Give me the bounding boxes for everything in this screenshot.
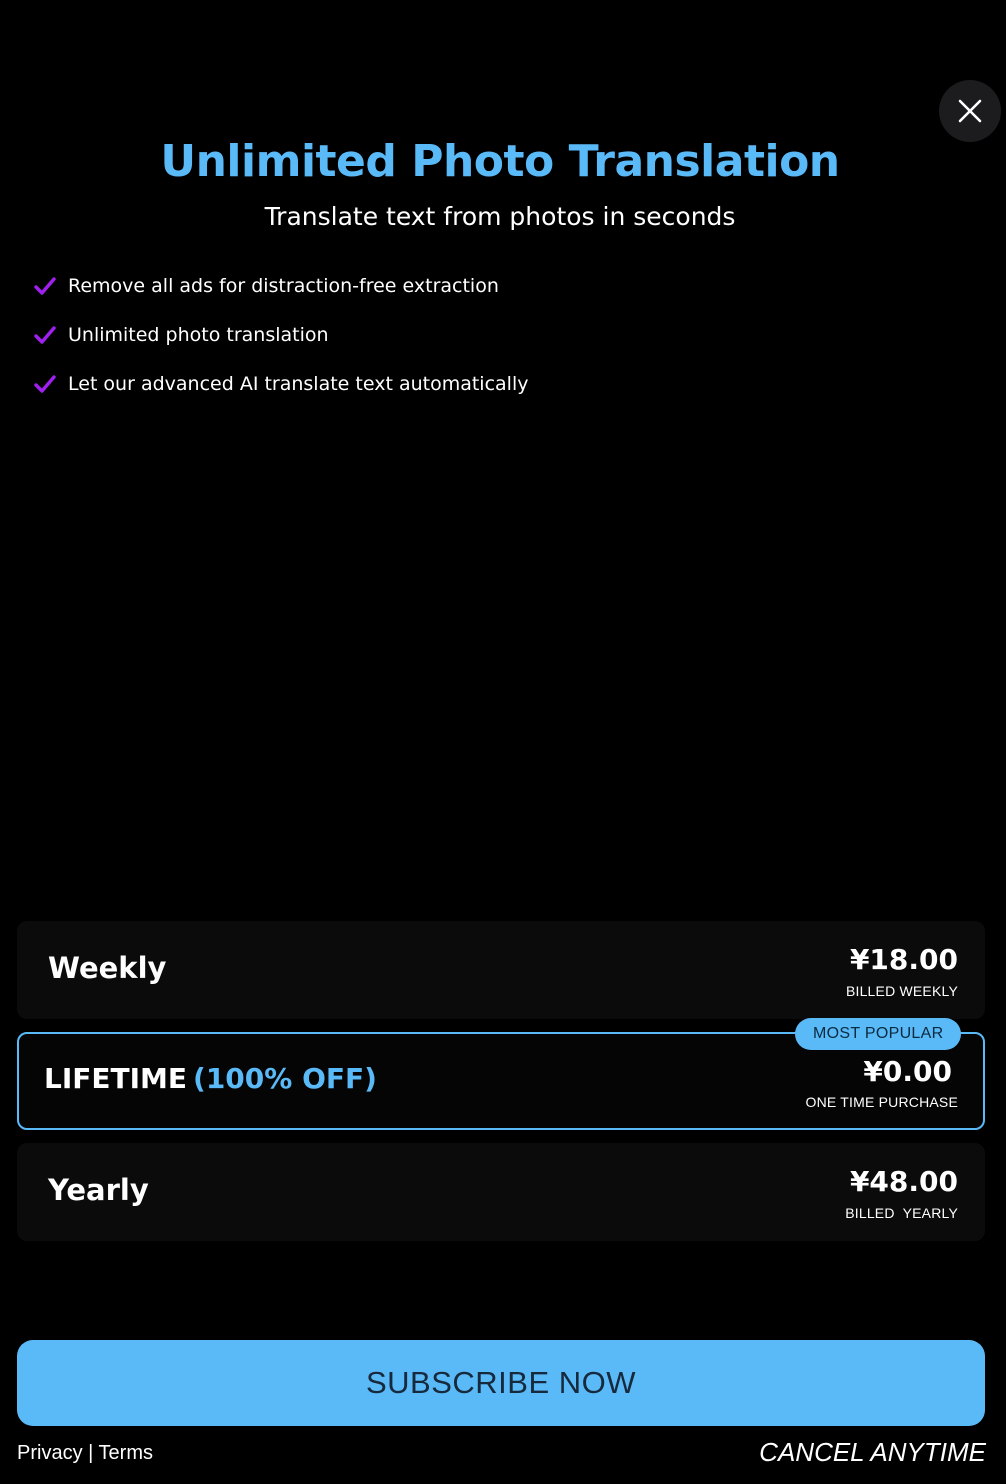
check-icon xyxy=(34,277,56,295)
close-icon xyxy=(958,99,982,123)
feature-text: Remove all ads for distraction-free extr… xyxy=(68,275,499,297)
page-title: Unlimited Photo Translation xyxy=(160,136,840,187)
page-subtitle: Translate text from photos in seconds xyxy=(264,202,736,231)
feature-text: Unlimited photo translation xyxy=(68,324,329,346)
privacy-link[interactable]: Privacy xyxy=(17,1442,83,1464)
plan-name: Yearly xyxy=(48,1173,149,1207)
plan-billing: BILLED WEEKLY xyxy=(845,983,958,999)
close-button[interactable] xyxy=(939,80,1001,142)
plan-price: ¥18.00 xyxy=(849,943,958,976)
plan-name: Weekly xyxy=(48,951,167,985)
plan-billing: BILLED YEARLY xyxy=(845,1205,958,1221)
subscribe-button[interactable]: SUBSCRIBE NOW xyxy=(17,1340,985,1426)
feature-item: Unlimited photo translation xyxy=(34,319,528,351)
plan-name: LIFETIME (100% OFF) xyxy=(44,1062,377,1095)
terms-link[interactable]: Terms xyxy=(99,1442,153,1464)
cancel-anytime-text: CANCEL ANYTIME xyxy=(759,1437,986,1467)
paywall-screen: Unlimited Photo Translation Translate te… xyxy=(0,0,1006,1484)
check-icon xyxy=(34,375,56,393)
plan-option-lifetime[interactable]: MOST POPULAR LIFETIME (100% OFF) ¥0.00 ON… xyxy=(17,1018,985,1130)
feature-item: Let our advanced AI translate text autom… xyxy=(34,368,528,400)
plan-billing: ONE TIME PURCHASE xyxy=(805,1094,958,1110)
feature-text: Let our advanced AI translate text autom… xyxy=(68,373,529,395)
plan-price: ¥0.00 xyxy=(863,1055,952,1088)
footer-links: Privacy | Terms xyxy=(17,1442,153,1465)
plan-option-yearly[interactable]: Yearly ¥48.00 BILLED YEARLY xyxy=(17,1143,985,1241)
plan-discount: (100% OFF) xyxy=(193,1062,377,1095)
most-popular-badge: MOST POPULAR xyxy=(795,1018,962,1050)
footer-separator: | xyxy=(82,1442,99,1464)
plan-name-text: LIFETIME xyxy=(44,1062,188,1095)
feature-item: Remove all ads for distraction-free extr… xyxy=(34,270,528,302)
check-icon xyxy=(34,326,56,344)
plan-option-weekly[interactable]: Weekly ¥18.00 BILLED WEEKLY xyxy=(17,921,985,1019)
feature-list: Remove all ads for distraction-free extr… xyxy=(34,270,528,417)
plan-price: ¥48.00 xyxy=(849,1165,958,1198)
